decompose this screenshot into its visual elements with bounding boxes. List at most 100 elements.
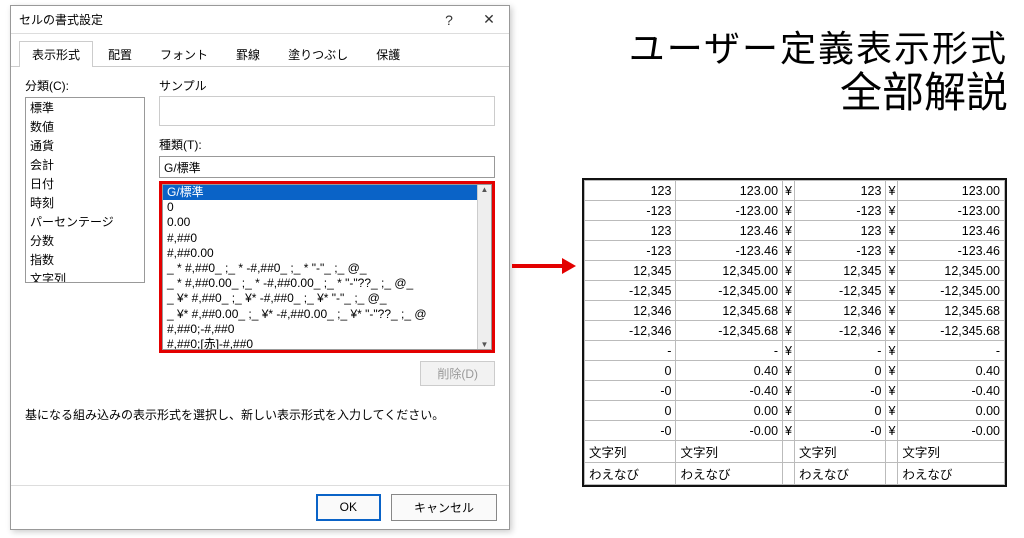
scrollbar[interactable]: ▲ ▼ xyxy=(477,185,491,349)
cell: -0 xyxy=(585,381,676,401)
cell: 123.46 xyxy=(676,221,783,241)
titlebar: セルの書式設定 ? ✕ xyxy=(11,6,509,34)
category-item[interactable]: 日付 xyxy=(26,174,144,193)
cell: 文字列 xyxy=(676,441,783,463)
format-list-highlight: G/標準00.00#,##0#,##0.00_ * #,##0_ ;_ * -#… xyxy=(159,181,495,353)
category-item[interactable]: パーセンテージ xyxy=(26,212,144,231)
tab-2[interactable]: フォント xyxy=(147,41,221,67)
format-cells-dialog: セルの書式設定 ? ✕ 表示形式配置フォント罫線塗りつぶし保護 分類(C): 標… xyxy=(10,5,510,530)
yen-cell: ¥ xyxy=(783,281,795,301)
page-heading: ユーザー定義表示形式 全部解説 xyxy=(629,28,1008,118)
cell: 123 xyxy=(585,181,676,201)
yen-cell: ¥ xyxy=(783,261,795,281)
cell: 12,345.00 xyxy=(676,261,783,281)
format-item[interactable]: _ * #,##0.00_ ;_ * -#,##0.00_ ;_ * "-"??… xyxy=(163,276,477,291)
yen-cell: ¥ xyxy=(783,341,795,361)
cell: - xyxy=(676,341,783,361)
cell: 123.00 xyxy=(898,181,1005,201)
cell: わえなび xyxy=(585,463,676,485)
format-item[interactable]: 0 xyxy=(163,200,477,215)
category-item[interactable]: 文字列 xyxy=(26,269,144,283)
format-item[interactable]: 0.00 xyxy=(163,215,477,230)
heading-line1: ユーザー定義表示形式 xyxy=(629,28,1008,69)
sample-label: サンプル xyxy=(159,77,495,94)
cell: 12,345.68 xyxy=(898,301,1005,321)
cell: -0 xyxy=(794,381,885,401)
format-item[interactable]: #,##0 xyxy=(163,231,477,246)
tabs: 表示形式配置フォント罫線塗りつぶし保護 xyxy=(11,34,509,67)
type-input[interactable] xyxy=(159,156,495,178)
yen-cell: ¥ xyxy=(886,301,898,321)
scroll-up-icon[interactable]: ▲ xyxy=(481,185,489,194)
cell: 12,345.68 xyxy=(676,301,783,321)
cell: 123 xyxy=(585,221,676,241)
yen-cell xyxy=(783,463,795,485)
cell: - xyxy=(585,341,676,361)
cell: -123 xyxy=(585,241,676,261)
cell: わえなび xyxy=(676,463,783,485)
yen-cell: ¥ xyxy=(886,181,898,201)
cell: -12,345 xyxy=(794,281,885,301)
category-item[interactable]: 分数 xyxy=(26,231,144,250)
category-label: 分類(C): xyxy=(25,77,145,94)
cell: 0.00 xyxy=(676,401,783,421)
yen-cell: ¥ xyxy=(886,261,898,281)
category-item[interactable]: 時刻 xyxy=(26,193,144,212)
close-button[interactable]: ✕ xyxy=(469,6,509,34)
yen-cell xyxy=(886,441,898,463)
yen-cell: ¥ xyxy=(886,401,898,421)
category-item[interactable]: 数値 xyxy=(26,117,144,136)
heading-line2: 全部解説 xyxy=(629,69,1008,117)
format-item[interactable]: G/標準 xyxy=(163,185,477,200)
cell: 0 xyxy=(585,401,676,421)
format-item[interactable]: #,##0;[赤]-#,##0 xyxy=(163,337,477,350)
cell: 0 xyxy=(585,361,676,381)
cell: 12,346 xyxy=(794,301,885,321)
cell: -123.46 xyxy=(676,241,783,261)
category-item[interactable]: 指数 xyxy=(26,250,144,269)
help-button[interactable]: ? xyxy=(429,6,469,34)
yen-cell: ¥ xyxy=(886,421,898,441)
cell: 12,345.00 xyxy=(898,261,1005,281)
cell: -12,345.00 xyxy=(676,281,783,301)
cell: -12,345.00 xyxy=(898,281,1005,301)
tab-1[interactable]: 配置 xyxy=(95,41,145,67)
format-item[interactable]: #,##0;-#,##0 xyxy=(163,322,477,337)
cell: -12,345.68 xyxy=(898,321,1005,341)
cell: -0.40 xyxy=(898,381,1005,401)
category-item[interactable]: 会計 xyxy=(26,155,144,174)
category-list[interactable]: 標準数値通貨会計日付時刻パーセンテージ分数指数文字列その他ユーザー定義 xyxy=(25,97,145,283)
cell: -12,345.68 xyxy=(676,321,783,341)
yen-cell: ¥ xyxy=(783,421,795,441)
format-list[interactable]: G/標準00.00#,##0#,##0.00_ * #,##0_ ;_ * -#… xyxy=(162,184,492,350)
yen-cell: ¥ xyxy=(886,281,898,301)
dialog-footer: OK キャンセル xyxy=(11,485,509,529)
cell: -123.46 xyxy=(898,241,1005,261)
category-item[interactable]: 通貨 xyxy=(26,136,144,155)
tab-0[interactable]: 表示形式 xyxy=(19,41,93,67)
format-item[interactable]: #,##0.00 xyxy=(163,246,477,261)
category-item[interactable]: 標準 xyxy=(26,98,144,117)
cell: 0 xyxy=(794,361,885,381)
ok-button[interactable]: OK xyxy=(316,494,381,521)
yen-cell: ¥ xyxy=(783,361,795,381)
format-item[interactable]: _ ¥* #,##0_ ;_ ¥* -#,##0_ ;_ ¥* "-"_ ;_ … xyxy=(163,291,477,306)
tab-3[interactable]: 罫線 xyxy=(223,41,273,67)
yen-cell: ¥ xyxy=(783,181,795,201)
format-item[interactable]: _ ¥* #,##0.00_ ;_ ¥* -#,##0.00_ ;_ ¥* "-… xyxy=(163,307,477,322)
cell: -12,345 xyxy=(585,281,676,301)
yen-cell xyxy=(886,463,898,485)
tab-4[interactable]: 塗りつぶし xyxy=(275,41,361,67)
format-item[interactable]: _ * #,##0_ ;_ * -#,##0_ ;_ * "-"_ ;_ @_ xyxy=(163,261,477,276)
cell: - xyxy=(794,341,885,361)
cell: -0 xyxy=(585,421,676,441)
cell: 123.46 xyxy=(898,221,1005,241)
cell: 0.00 xyxy=(898,401,1005,421)
tab-5[interactable]: 保護 xyxy=(363,41,413,67)
delete-button: 削除(D) xyxy=(420,361,495,386)
cancel-button[interactable]: キャンセル xyxy=(391,494,497,521)
scroll-down-icon[interactable]: ▼ xyxy=(481,340,489,349)
yen-cell: ¥ xyxy=(886,341,898,361)
cell: -123.00 xyxy=(676,201,783,221)
cell: 0.40 xyxy=(676,361,783,381)
